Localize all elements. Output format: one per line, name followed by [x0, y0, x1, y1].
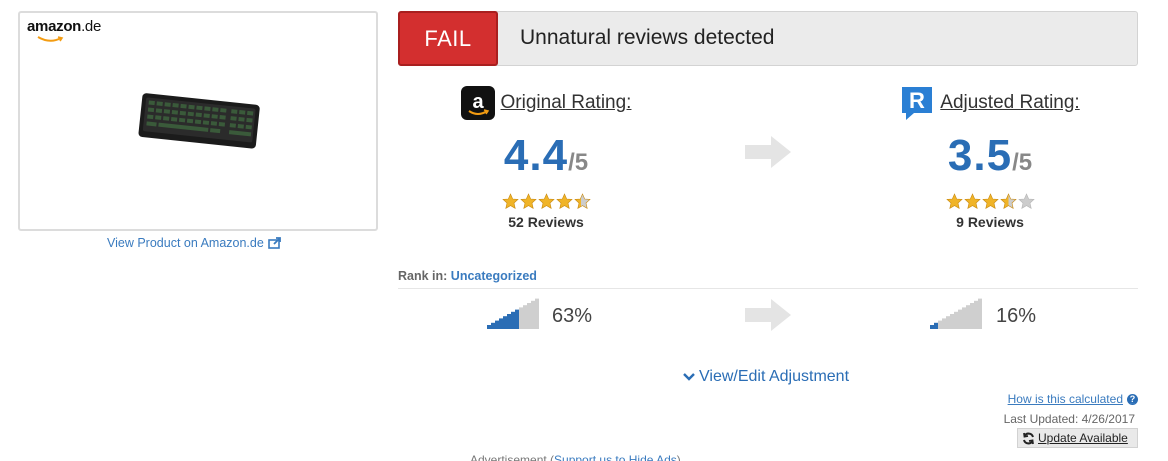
svg-text:a: a: [472, 91, 484, 113]
adjusted-score: 3.5/5: [947, 131, 1033, 180]
original-rank-bar: [523, 305, 527, 329]
view-edit-adjustment-link[interactable]: View/Edit Adjustment: [683, 368, 849, 386]
amazon-de-logo: amazon.de: [27, 18, 101, 42]
adjusted-review-count: 9 Reviews: [956, 214, 1024, 230]
adjusted-rank-bar: [962, 307, 966, 329]
refresh-icon: [1023, 432, 1034, 444]
original-score: 4.4/5: [503, 131, 589, 180]
last-updated-text: Last Updated: 4/26/2017: [1003, 412, 1135, 426]
rank-label: Rank in: Uncategorized: [398, 269, 537, 283]
arrow-right-icon: [745, 136, 791, 168]
result-banner: FAIL Unnatural reviews detected: [398, 11, 1138, 66]
reviewmeta-icon: R: [902, 87, 933, 120]
original-star-icon: [555, 193, 573, 210]
svg-text:R: R: [909, 88, 925, 113]
help-icon[interactable]: ?: [1127, 393, 1138, 405]
amazon-icon: a: [460, 86, 495, 120]
adjusted-star-icon: [945, 193, 963, 210]
adjusted-star-rating: [860, 193, 1120, 210]
original-rating-header: a Original Rating:: [416, 85, 676, 121]
adjusted-star-icon: [981, 193, 999, 210]
adjusted-rank-bar: [934, 322, 938, 329]
original-rank-bar: [507, 314, 511, 329]
original-rank-bar: [531, 300, 535, 329]
adjusted-rating-panel: R Adjusted Rating: 3.5/5 9 Reviews: [860, 85, 1120, 230]
adjusted-rank-bar: [954, 311, 958, 329]
adjusted-rank-bar: [942, 318, 946, 329]
support-hide-ads-link[interactable]: Support us to Hide Ads: [554, 453, 677, 461]
original-rating-panel: a Original Rating: 4.4/5 52 Reviews: [416, 85, 676, 230]
adjusted-rank-bar: [938, 320, 942, 329]
product-card: amazon.de: [18, 11, 378, 231]
adjusted-rating-label[interactable]: Adjusted Rating:: [940, 92, 1079, 114]
original-star-icon: [501, 193, 519, 210]
keyboard-image[interactable]: [138, 93, 262, 151]
original-star-icon: [537, 193, 555, 210]
original-rating-label[interactable]: Original Rating:: [501, 92, 632, 114]
fail-badge: FAIL: [398, 11, 498, 66]
original-rank-bar: [519, 307, 523, 329]
advertisement-line: Advertisement (Support us to Hide Ads): [470, 453, 681, 461]
update-available-button[interactable]: Update Available: [1017, 428, 1138, 448]
adjusted-rank-bar: [946, 316, 950, 329]
adjusted-star-icon: [999, 193, 1017, 210]
original-rank-bar: [499, 318, 503, 329]
divider: [398, 288, 1138, 289]
original-star-icon: [519, 193, 537, 210]
original-rank-percent: 63%: [552, 305, 593, 327]
adjusted-rank-bar: [958, 309, 962, 329]
adjusted-rank-bar: [970, 303, 974, 329]
adjusted-rank-bars: [930, 298, 982, 329]
original-star-icon: [573, 193, 591, 210]
arrow-right-icon: [745, 299, 791, 331]
adjusted-star-icon: [1017, 193, 1035, 210]
adjusted-rank-bar: [966, 305, 970, 329]
adjusted-rank-bar: [978, 298, 982, 329]
adjusted-rank-percent: 16%: [996, 305, 1037, 327]
original-rank-bar: [495, 320, 499, 329]
original-rank-bar: [503, 316, 507, 329]
original-star-rating: [416, 193, 676, 210]
rank-category-link[interactable]: Uncategorized: [451, 269, 537, 283]
original-rank-bars: [487, 298, 539, 329]
adjusted-rank-bar: [950, 314, 954, 329]
adjusted-rank-bar: [930, 325, 934, 329]
adjusted-star-icon: [963, 193, 981, 210]
amazon-smile-icon: [37, 36, 64, 42]
original-rank-bar: [515, 309, 519, 329]
adjusted-rating-header: R Adjusted Rating:: [860, 85, 1120, 121]
original-rank-bar: [535, 298, 539, 329]
original-rank-bar: [511, 311, 515, 329]
chevron-down-icon: [683, 373, 695, 381]
how-calculated-link[interactable]: How is this calculated ?: [1008, 392, 1138, 406]
original-review-count: 52 Reviews: [508, 214, 584, 230]
adjusted-rank-bar: [974, 300, 978, 329]
view-product-link[interactable]: View Product on Amazon.de: [107, 236, 282, 250]
original-rank-bar: [527, 303, 531, 329]
external-link-icon: [268, 237, 281, 249]
original-rank-bar: [491, 322, 495, 329]
original-rank-bar: [487, 325, 491, 329]
banner-message: Unnatural reviews detected: [520, 26, 775, 49]
